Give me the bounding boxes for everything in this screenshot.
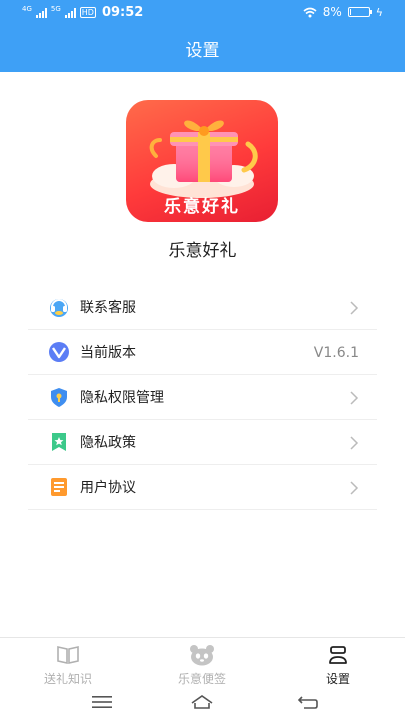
top-bar: 4G 5G HD 09:52 8% ϟ 设置 (0, 0, 405, 72)
chevron-right-icon (350, 435, 359, 450)
app-name: 乐意好礼 (168, 241, 237, 261)
settings-item-user-agreement[interactable]: 用户协议 (28, 465, 377, 510)
book-icon (57, 646, 79, 664)
chevron-right-icon (350, 300, 359, 315)
network-4g-label: 4G (22, 5, 32, 13)
settings-list: 联系客服 当前版本 V1.6.1 隐私权限管理 隐私政策 用户协议 (28, 285, 377, 510)
settings-item-customer-service[interactable]: 联系客服 (28, 285, 377, 330)
settings-item-label: 当前版本 (80, 345, 136, 361)
settings-item-label: 联系客服 (80, 300, 136, 316)
panda-icon (190, 645, 214, 666)
battery-percent: 8% (322, 5, 342, 19)
tab-notes[interactable]: 乐意便签 (152, 644, 252, 687)
page-title: 设置 (185, 41, 220, 61)
app-logo: 乐意好礼 (126, 100, 278, 222)
version-value: V1.6.1 (313, 344, 359, 361)
signal-icon-2 (64, 7, 76, 18)
settings-item-privacy-policy[interactable]: 隐私政策 (28, 420, 377, 465)
charging-icon: ϟ (375, 5, 383, 19)
settings-item-right (349, 465, 359, 510)
network-5g-label: 5G (50, 5, 61, 13)
settings-item-version[interactable]: 当前版本 V1.6.1 (28, 330, 377, 375)
shield-icon (48, 386, 70, 408)
version-icon (48, 341, 70, 363)
battery-icon (347, 7, 372, 17)
status-bar: 4G 5G HD 09:52 8% ϟ (0, 0, 405, 26)
chevron-right-icon (350, 390, 359, 405)
tab-settings[interactable]: 设置 (288, 644, 388, 687)
menu-icon[interactable] (90, 694, 114, 710)
tab-gift-knowledge[interactable]: 送礼知识 (18, 644, 118, 687)
settings-item-label: 隐私权限管理 (80, 390, 164, 406)
settings-person-icon (329, 646, 347, 664)
settings-item-right (349, 420, 359, 465)
document-icon (48, 476, 70, 498)
bookmark-star-icon (48, 431, 70, 453)
bottom-tab-bar: 送礼知识 乐意便签 设置 (0, 637, 405, 687)
chevron-right-icon (350, 480, 359, 495)
hd-badge: HD (79, 7, 96, 18)
settings-item-right (349, 375, 359, 420)
logo-text: 乐意好礼 (164, 197, 240, 217)
signal-icon (35, 7, 47, 18)
status-time: 09:52 (101, 5, 144, 20)
system-nav-bar (0, 685, 405, 720)
settings-item-privacy-permissions[interactable]: 隐私权限管理 (28, 375, 377, 420)
settings-item-right (349, 285, 359, 330)
wifi-icon (303, 7, 317, 17)
back-icon[interactable] (296, 694, 320, 710)
settings-item-label: 隐私政策 (80, 435, 136, 451)
headset-icon (48, 296, 70, 318)
home-icon[interactable] (190, 694, 214, 710)
settings-item-label: 用户协议 (80, 480, 136, 496)
